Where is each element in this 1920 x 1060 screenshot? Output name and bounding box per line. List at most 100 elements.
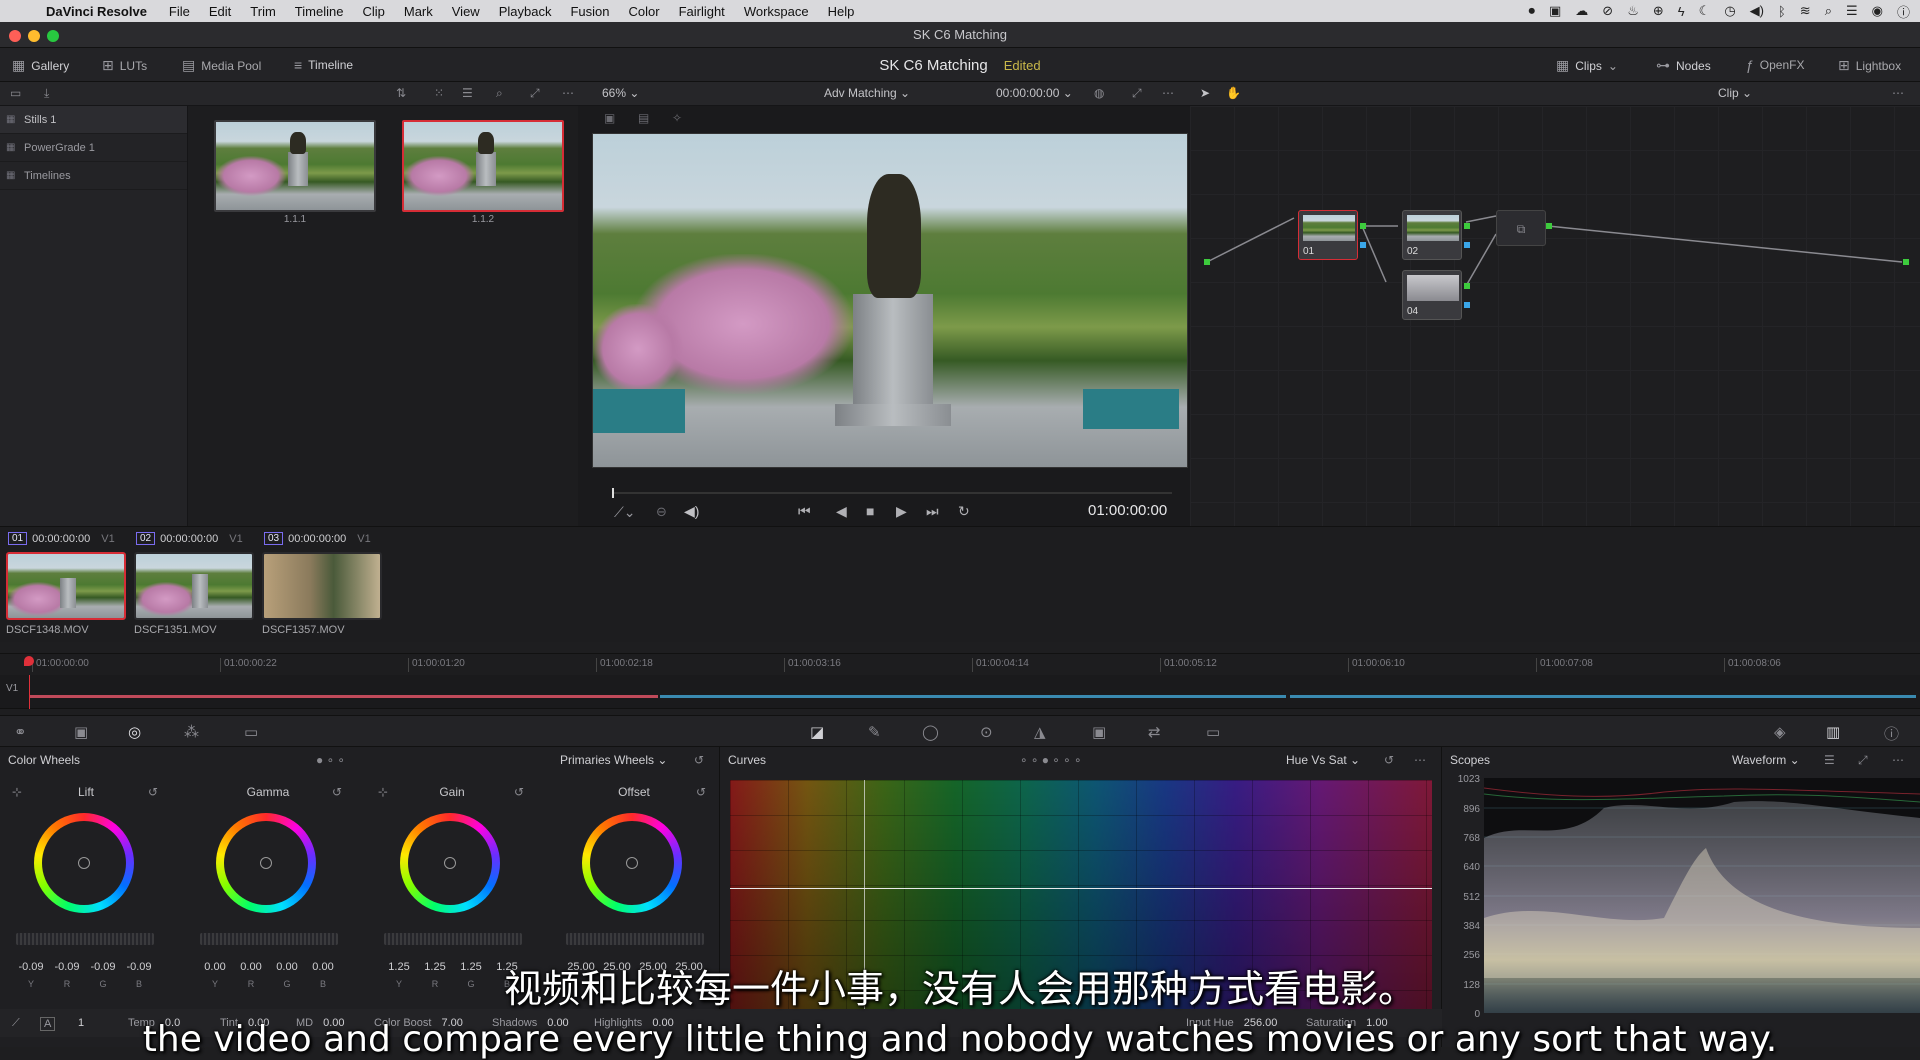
expand-icon[interactable]: ⤢ [530, 86, 540, 101]
volume-icon[interactable]: ◀) [1750, 3, 1764, 19]
3d-icon[interactable]: ◈ [1774, 723, 1786, 741]
nodes-button[interactable]: ⊶ Nodes [1656, 57, 1711, 74]
viewer-more-icon[interactable]: ⋯ [1162, 86, 1174, 100]
lift-wheel[interactable] [34, 813, 134, 913]
menu-mark[interactable]: Mark [404, 4, 433, 19]
clips-button[interactable]: ▦ Clips ⌄ [1556, 57, 1618, 74]
video-frame[interactable] [592, 133, 1188, 468]
record-icon[interactable]: ⏺ [1529, 3, 1536, 19]
reset-curves-icon[interactable]: ↺ [1384, 747, 1394, 773]
cloud-icon[interactable]: ☁ [1575, 3, 1588, 19]
bluetooth-icon[interactable]: ᛒ [1778, 4, 1786, 19]
bolt-icon[interactable]: ϟ [1678, 4, 1685, 19]
audio-icon[interactable]: ◀) [684, 503, 699, 520]
sidebar-item-powergrade[interactable]: ▦ PowerGrade 1 [0, 134, 187, 162]
sizing-icon[interactable]: ▭ [1206, 723, 1220, 741]
grab-still-icon[interactable]: ⤓ [44, 86, 49, 101]
node-more-icon[interactable]: ⋯ [1892, 86, 1904, 100]
reset-offset-icon[interactable]: ↺ [696, 785, 706, 799]
menu-color[interactable]: Color [628, 4, 659, 19]
node-04[interactable]: 04 [1402, 270, 1462, 320]
menu-workspace[interactable]: Workspace [744, 4, 809, 19]
wheel-center[interactable] [260, 857, 272, 869]
curves-icon[interactable]: ◪ [810, 723, 824, 741]
clip-thumbnail[interactable] [262, 552, 382, 620]
page-dots-icon[interactable]: ● ∘ ∘ [316, 747, 345, 773]
loop-icon[interactable]: ⊖ [656, 504, 667, 520]
skip-back-icon[interactable]: ⏮ [798, 503, 811, 520]
still-thumbnail[interactable] [214, 120, 376, 212]
viewer-mode-dropdown[interactable]: Adv Matching ⌄ [824, 86, 910, 100]
curve-line[interactable] [730, 888, 1432, 889]
menu-help[interactable]: Help [828, 4, 855, 19]
gain-wheel[interactable] [400, 813, 500, 913]
color-picker-icon[interactable]: ◍ [1094, 86, 1104, 100]
control-center-icon[interactable]: ☰ [1846, 3, 1858, 19]
zoom-window-icon[interactable] [47, 30, 59, 42]
scope-settings-icon[interactable]: ☰ [1824, 747, 1835, 773]
offset-wheel[interactable] [582, 813, 682, 913]
node-output-dot[interactable] [1903, 259, 1909, 265]
track-segment[interactable] [30, 695, 658, 698]
eyedropper-icon[interactable]: ⟋⌄ [614, 504, 636, 521]
still-thumbnail-selected[interactable] [402, 120, 564, 212]
scope-mode-dropdown[interactable]: Waveform ⌄ [1732, 747, 1800, 773]
color-wheels-icon[interactable]: ◎ [128, 723, 141, 741]
globe-icon[interactable]: ⊕ [1653, 3, 1664, 19]
scope-more-icon[interactable]: ⋯ [1892, 747, 1904, 773]
reset-gain-icon[interactable]: ↺ [514, 785, 524, 799]
reset-wheels-icon[interactable]: ↺ [694, 747, 704, 773]
menu-clip[interactable]: Clip [362, 4, 384, 19]
stop-icon[interactable]: ■ [866, 503, 874, 519]
node-graph[interactable]: 01 02 04 ⧉ [1190, 106, 1920, 526]
hand-tool-icon[interactable]: ✋ [1226, 86, 1241, 100]
gamma-master-slider[interactable] [200, 933, 338, 945]
skip-forward-icon[interactable]: ⏭ [926, 503, 939, 520]
list-view-icon[interactable]: ☰ [462, 86, 473, 100]
node-output-dot[interactable] [1360, 223, 1366, 229]
moon-icon[interactable]: ☾ [1699, 3, 1711, 19]
node-key-dot[interactable] [1464, 242, 1470, 248]
info-icon[interactable]: ⓘ [1884, 723, 1899, 744]
flame-icon[interactable]: ♨ [1627, 3, 1639, 19]
screen-icon[interactable]: ▣ [1549, 3, 1561, 19]
node-output-dot[interactable] [1464, 223, 1470, 229]
node-02[interactable]: 02 [1402, 210, 1462, 260]
play-icon[interactable]: ▶ [896, 503, 907, 520]
wheels-mode-dropdown[interactable]: Primaries Wheels ⌄ [560, 747, 667, 773]
wifi-icon[interactable]: ≋ [1800, 3, 1811, 19]
menu-fairlight[interactable]: Fairlight [679, 4, 725, 19]
search-icon[interactable]: ⌕ [1825, 3, 1832, 19]
menu-file[interactable]: File [169, 4, 190, 19]
zoom-dropdown[interactable]: 66% ⌄ [602, 86, 639, 100]
node-key-dot[interactable] [1464, 302, 1470, 308]
playhead[interactable] [612, 488, 614, 498]
qualifier-icon[interactable]: ✎ [868, 723, 881, 741]
node-mode-dropdown[interactable]: Clip ⌄ [1718, 86, 1752, 100]
key-icon[interactable]: ⇄ [1148, 723, 1161, 741]
more-options-icon[interactable]: ⋯ [562, 86, 574, 100]
clip-thumbnail[interactable] [6, 552, 126, 620]
picker-icon[interactable]: ⊹ [12, 785, 22, 799]
offset-master-slider[interactable] [566, 933, 704, 945]
loop-playback-icon[interactable]: ↻ [958, 503, 970, 520]
grid-view-icon[interactable]: ⁙ [434, 86, 444, 100]
minimize-window-icon[interactable] [28, 30, 40, 42]
reset-lift-icon[interactable]: ↺ [148, 785, 158, 799]
node-input-dot[interactable] [1204, 259, 1210, 265]
wipe-icon[interactable]: ▤ [638, 111, 649, 125]
lift-master-slider[interactable] [16, 933, 154, 945]
wheel-center[interactable] [78, 857, 90, 869]
node-output-dot[interactable] [1464, 283, 1470, 289]
siri-icon[interactable]: ◉ [1872, 3, 1883, 19]
gain-master-slider[interactable] [384, 933, 522, 945]
menu-view[interactable]: View [452, 4, 480, 19]
timeline-playhead[interactable] [24, 656, 34, 666]
curves-mode-dropdown[interactable]: Hue Vs Sat ⌄ [1286, 747, 1360, 773]
split-view-icon[interactable]: ▣ [604, 111, 615, 125]
hdr-icon[interactable]: ▭ [244, 723, 258, 741]
menu-timeline[interactable]: Timeline [295, 4, 344, 19]
lightbox-button[interactable]: ⊞ Lightbox [1838, 57, 1901, 74]
curves-more-icon[interactable]: ⋯ [1414, 747, 1426, 773]
window-icon[interactable]: ◯ [922, 723, 939, 741]
